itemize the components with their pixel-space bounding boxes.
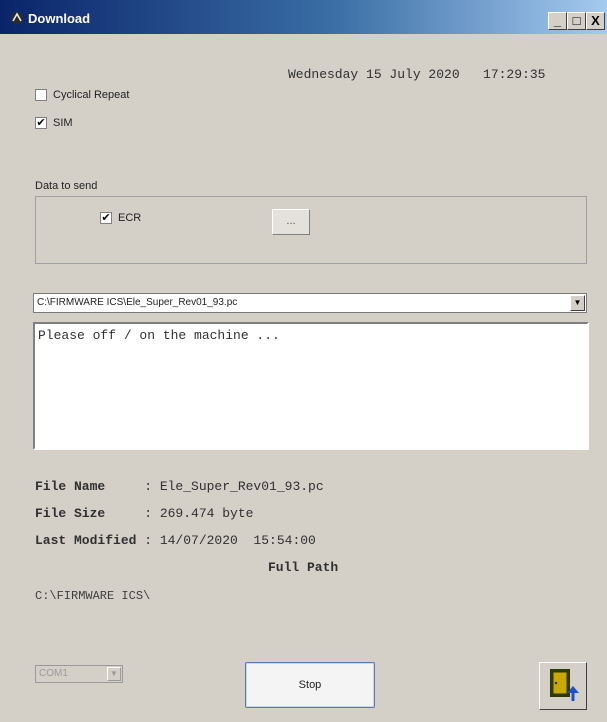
full-path-value: C:\FIRMWARE ICS\ — [35, 589, 151, 603]
ecr-checkbox[interactable]: ✔ — [100, 212, 112, 224]
download-window: Download _ □ X Wednesday 15 July 2020 17… — [0, 0, 607, 722]
file-size-row: File Size : 269.474 byte — [35, 506, 253, 521]
title-bar[interactable]: Download _ □ X — [0, 0, 607, 34]
browse-button[interactable]: ... — [272, 209, 310, 235]
minimize-button[interactable]: _ — [548, 12, 567, 30]
file-path-value: C:\FIRMWARE ICS\Ele_Super_Rev01_93.pc — [37, 297, 238, 308]
datetime-display: Wednesday 15 July 2020 17:29:35 — [288, 67, 546, 82]
full-path-label: Full Path — [268, 560, 339, 575]
cyclical-repeat-checkbox[interactable] — [35, 89, 47, 101]
last-modified-label: Last Modified — [35, 533, 145, 548]
download-app-icon — [11, 12, 23, 24]
com-port-select: COM1 ▼ — [35, 665, 123, 683]
close-button[interactable]: X — [586, 12, 605, 30]
cyclical-repeat-label: Cyclical Repeat — [53, 89, 130, 101]
data-to-send-group — [35, 196, 587, 264]
file-size-value: : 269.474 byte — [144, 506, 254, 521]
data-to-send-label: Data to send — [35, 180, 98, 192]
chevron-down-icon: ▼ — [107, 667, 121, 681]
ecr-label: ECR — [118, 212, 142, 224]
file-name-label: File Name — [35, 479, 145, 494]
last-modified-row: Last Modified : 14/07/2020 15:54:00 — [35, 533, 316, 548]
stop-button[interactable]: Stop — [245, 662, 375, 708]
file-path-combo[interactable]: C:\FIRMWARE ICS\Ele_Super_Rev01_93.pc ▼ — [33, 293, 587, 313]
sim-option[interactable]: ✔ SIM — [35, 117, 73, 129]
last-modified-value: : 14/07/2020 15:54:00 — [144, 533, 316, 548]
sim-checkbox[interactable]: ✔ — [35, 117, 47, 129]
file-size-label: File Size — [35, 506, 145, 521]
window-title: Download — [28, 11, 91, 26]
message-box[interactable]: Please off / on the machine ... — [33, 322, 589, 450]
file-name-value: : Ele_Super_Rev01_93.pc — [144, 479, 324, 494]
window-controls: _ □ X — [548, 12, 605, 30]
com-port-value: COM1 — [39, 668, 68, 679]
chevron-down-icon[interactable]: ▼ — [570, 295, 585, 311]
ecr-option[interactable]: ✔ ECR — [100, 212, 141, 224]
maximize-button[interactable]: □ — [567, 12, 586, 30]
message-text: Please off / on the machine ... — [38, 328, 280, 343]
exit-button[interactable] — [539, 662, 587, 710]
file-name-row: File Name : Ele_Super_Rev01_93.pc — [35, 479, 324, 494]
sim-label: SIM — [53, 117, 73, 129]
cyclical-repeat-option[interactable]: Cyclical Repeat — [35, 89, 129, 101]
exit-door-icon — [550, 669, 579, 701]
